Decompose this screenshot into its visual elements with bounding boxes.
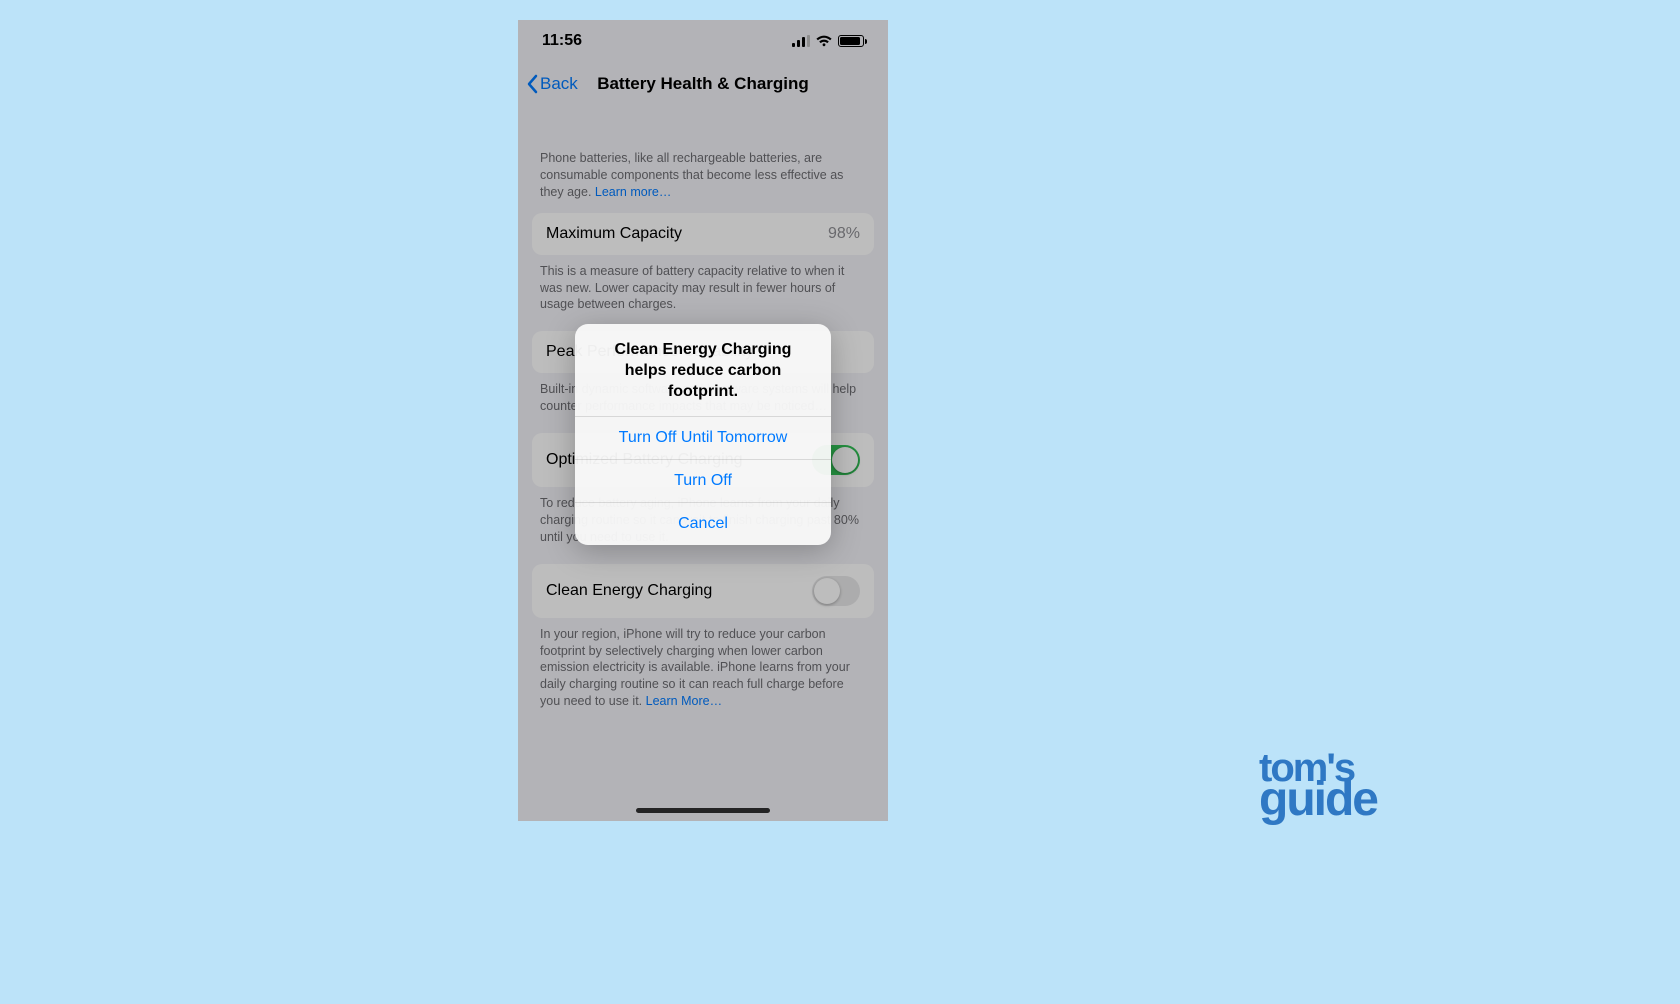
battery-icon	[838, 35, 864, 47]
action-sheet: Clean Energy Charging helps reduce carbo…	[575, 324, 831, 545]
clean-energy-toggle[interactable]	[812, 576, 860, 606]
logo-line-2: guide	[1259, 781, 1377, 818]
wifi-icon	[816, 35, 832, 47]
page-title: Battery Health & Charging	[518, 74, 888, 94]
clean-energy-label: Clean Energy Charging	[546, 582, 712, 600]
phone-screenshot: 11:56 Back Battery Health & Charging Pho…	[518, 20, 888, 821]
action-sheet-title: Clean Energy Charging helps reduce carbo…	[575, 324, 831, 416]
home-indicator[interactable]	[636, 808, 770, 813]
clean-energy-learn-more-link[interactable]: Learn More…	[646, 694, 722, 708]
cellular-signal-icon	[792, 35, 810, 47]
cancel-button[interactable]: Cancel	[575, 503, 831, 545]
maximum-capacity-label: Maximum Capacity	[546, 225, 682, 243]
maximum-capacity-row[interactable]: Maximum Capacity 98%	[532, 213, 874, 255]
toms-guide-logo: tom's guide	[1259, 753, 1377, 818]
clean-energy-note: In your region, iPhone will try to reduc…	[532, 618, 874, 728]
intro-learn-more-link[interactable]: Learn more…	[595, 185, 671, 199]
nav-bar: Back Battery Health & Charging	[518, 62, 888, 106]
status-bar: 11:56	[518, 20, 888, 62]
maximum-capacity-note: This is a measure of battery capacity re…	[532, 255, 874, 332]
intro-note: Phone batteries, like all rechargeable b…	[532, 150, 874, 213]
turn-off-button[interactable]: Turn Off	[575, 460, 831, 502]
maximum-capacity-value: 98%	[828, 225, 860, 243]
turn-off-until-tomorrow-button[interactable]: Turn Off Until Tomorrow	[575, 417, 831, 459]
status-time: 11:56	[542, 32, 582, 50]
clean-energy-row: Clean Energy Charging	[532, 564, 874, 618]
status-indicators	[792, 35, 864, 47]
